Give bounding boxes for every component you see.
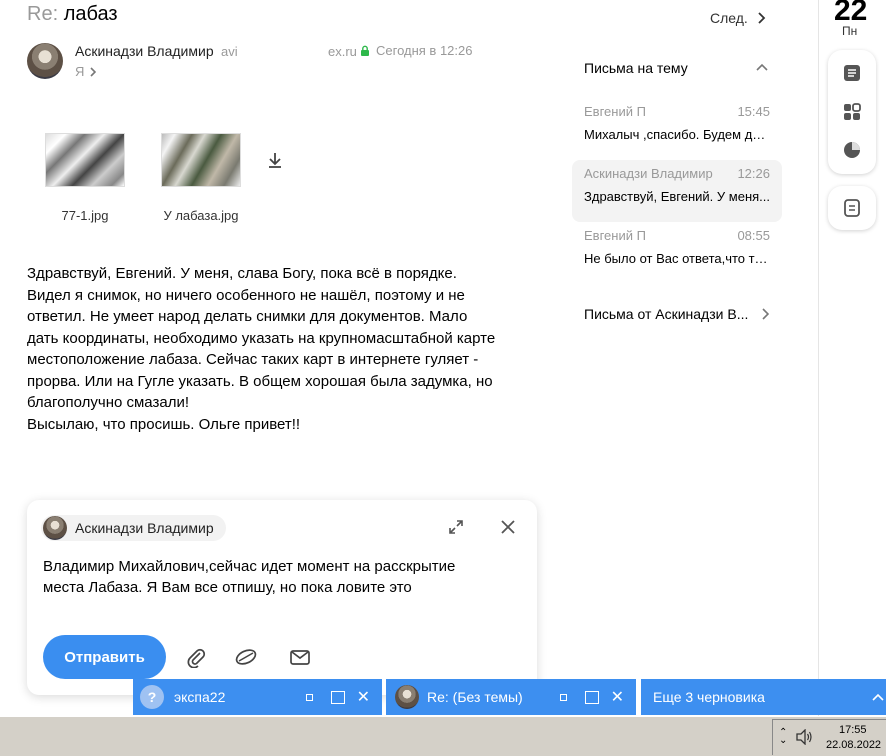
thread-item-time: 15:45 xyxy=(737,104,770,119)
clock-time[interactable]: 17:55 xyxy=(839,724,867,736)
attachment-thumbnail[interactable] xyxy=(45,133,125,187)
sender-name[interactable]: Аскинадзи Владимир xyxy=(75,43,214,59)
thread-item-snippet: Здравствуй, Евгений. У меня... xyxy=(584,189,770,204)
calendar-weekday: Пн xyxy=(842,24,858,38)
draft-title: Re: (Без темы) xyxy=(427,689,523,705)
sender-email-end: ex.ru xyxy=(328,44,357,59)
envelope-icon[interactable] xyxy=(289,646,311,668)
attachment-name[interactable]: 77-1.jpg xyxy=(45,208,125,223)
next-label: След. xyxy=(710,10,748,26)
message-body: Здравствуй, Евгений. У меня, слава Богу,… xyxy=(27,265,496,433)
next-message-button[interactable]: След. xyxy=(710,10,766,26)
disk-icon[interactable] xyxy=(235,646,257,668)
sender-email-start: avi xyxy=(221,44,238,59)
expand-icon[interactable] xyxy=(448,519,464,535)
pie-chart-icon[interactable] xyxy=(842,140,862,160)
thread-item-time: 12:26 xyxy=(737,166,770,181)
chevron-up-icon xyxy=(872,693,884,701)
compose-window[interactable]: Аскинадзи Владимир Владимир Михайлович,с… xyxy=(27,500,537,695)
recipient-name: Аскинадзи Владимир xyxy=(75,520,214,536)
os-taskbar xyxy=(0,716,886,756)
draft-title: экспа22 xyxy=(174,689,226,705)
minimize-icon[interactable] xyxy=(305,693,313,701)
recipient-label: Я xyxy=(75,64,85,79)
thread-item-from: Аскинадзи Владимир xyxy=(584,166,713,181)
message-date: Сегодня в 12:26 xyxy=(376,43,473,58)
document-icon[interactable] xyxy=(842,198,862,218)
chevron-right-icon xyxy=(90,66,97,77)
thread-item-selected[interactable]: Аскинадзи Владимир 12:26 Здравствуй, Евг… xyxy=(572,160,782,222)
thread-item-snippet: Не было от Вас ответа,что то ... xyxy=(584,251,770,266)
letters-from-sender-label: Письма от Аскинадзи В... xyxy=(584,306,749,322)
thread-item-snippet: Михалыч ,спасибо. Будем де... xyxy=(584,127,770,142)
recipient-chip[interactable]: Аскинадзи Владимир xyxy=(41,515,226,541)
lock-icon xyxy=(361,45,369,56)
draft-tab[interactable]: ? экспа22 ✕ xyxy=(133,679,382,715)
tray-expand-icon[interactable]: ⌃ ⌄ xyxy=(779,728,787,746)
attachment-name[interactable]: У лабаза.jpg xyxy=(151,208,251,223)
draft-tab[interactable]: Re: (Без темы) ✕ xyxy=(386,679,636,715)
notes-panel xyxy=(828,186,876,230)
thread-title: Письма на тему xyxy=(584,60,688,76)
thread-item-time: 08:55 xyxy=(737,228,770,243)
chevron-right-icon xyxy=(758,12,766,24)
attachment-thumbnail[interactable] xyxy=(161,133,241,187)
thread-item-from: Евгений П xyxy=(584,104,646,119)
thread-item-from: Евгений П xyxy=(584,228,646,243)
minimize-icon[interactable] xyxy=(559,693,567,701)
thread-item[interactable]: Евгений П 15:45 Михалыч ,спасибо. Будем … xyxy=(572,98,782,160)
draft-avatar xyxy=(395,685,419,709)
maximize-icon[interactable] xyxy=(330,690,345,704)
question-icon: ? xyxy=(140,685,164,709)
download-icon[interactable] xyxy=(267,151,283,169)
close-icon[interactable]: ✕ xyxy=(611,687,624,707)
chevron-right-icon xyxy=(762,308,770,320)
close-icon[interactable]: ✕ xyxy=(357,687,370,707)
more-drafts-label: Еще 3 черновика xyxy=(653,689,765,705)
compose-text[interactable]: Владимир Михайлович,сейчас идет момент н… xyxy=(43,556,523,598)
clock-date[interactable]: 22.08.2022 xyxy=(826,739,881,751)
attach-icon[interactable] xyxy=(185,646,207,668)
attachment[interactable] xyxy=(161,133,241,187)
speaker-icon[interactable] xyxy=(795,729,813,745)
chevron-up-icon[interactable] xyxy=(756,63,768,71)
sender-avatar[interactable] xyxy=(27,43,63,79)
recipient-toggle[interactable]: Я xyxy=(75,64,97,79)
close-icon[interactable] xyxy=(501,520,515,534)
maximize-icon[interactable] xyxy=(584,690,599,704)
letters-from-sender-link[interactable]: Письма от Аскинадзи В... xyxy=(584,306,770,322)
thread-item[interactable]: Евгений П 08:55 Не было от Вас ответа,чт… xyxy=(572,222,782,284)
send-button[interactable]: Отправить xyxy=(43,635,166,679)
recipient-avatar xyxy=(43,516,67,540)
message-subject: Re: лабаз xyxy=(27,3,118,25)
notes-icon[interactable] xyxy=(842,63,862,83)
more-drafts-tab[interactable]: Еще 3 черновика xyxy=(641,679,886,715)
apps-grid-icon[interactable] xyxy=(842,102,862,122)
attachment[interactable] xyxy=(45,133,125,187)
apps-panel xyxy=(828,50,876,174)
